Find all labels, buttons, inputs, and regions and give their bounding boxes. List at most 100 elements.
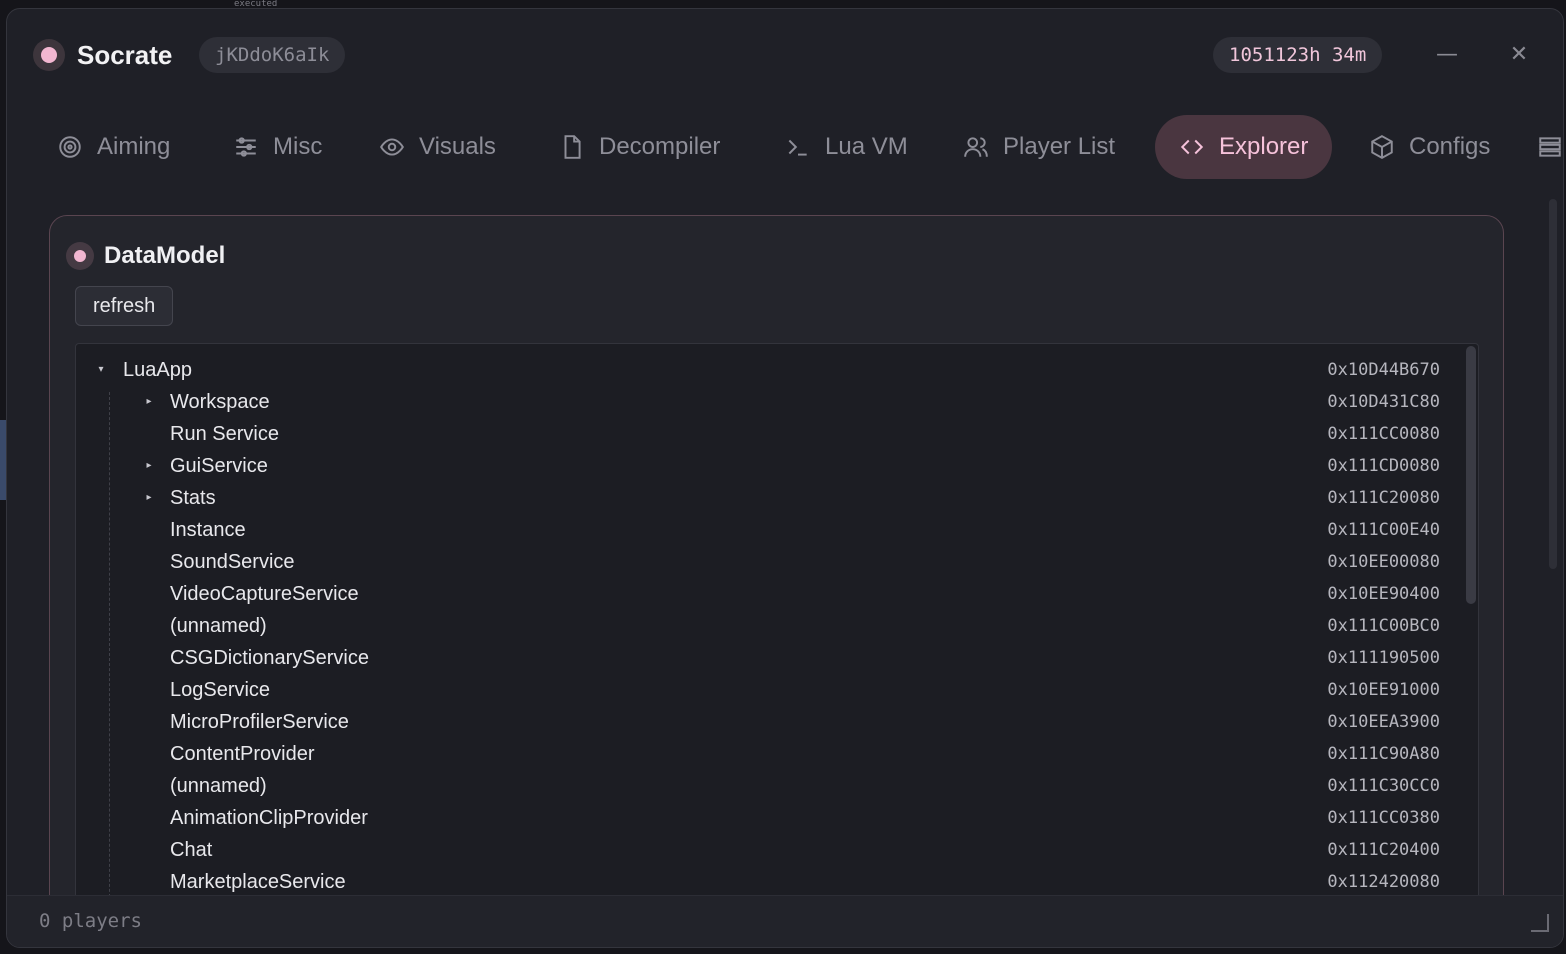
player-count: 0 players — [39, 910, 142, 932]
tree-item-address: 0x111C30CC0 — [1327, 776, 1440, 796]
tree-row[interactable]: Instance 0x111C00E40 — [76, 514, 1466, 546]
tree-item-address: 0x111C20080 — [1327, 488, 1440, 508]
tab-label: Player List — [1003, 133, 1116, 160]
tree-item-name: Chat — [170, 839, 213, 861]
datamodel-panel: DataModel refresh ▾ LuaApp 0x10D44B670 ▸ Wor… — [49, 215, 1504, 947]
tab-explorer[interactable]: Explorer — [1155, 115, 1333, 179]
tree-row[interactable]: ▸ Stats 0x111C20080 — [76, 482, 1466, 514]
panel-status-icon — [66, 242, 94, 270]
status-bar: 0 players — [7, 895, 1563, 947]
panel-title: DataModel — [104, 242, 226, 269]
caret-down-icon[interactable]: ▾ — [94, 354, 108, 386]
tab-visuals[interactable]: Visuals — [355, 115, 520, 179]
tab-label: Visuals — [419, 133, 496, 160]
tree-item-address: 0x10EE00080 — [1327, 552, 1440, 572]
tree-item-name: VideoCaptureService — [170, 583, 359, 605]
tree-row[interactable]: SoundService 0x10EE00080 — [76, 546, 1466, 578]
tree-item-name: ContentProvider — [170, 743, 315, 765]
tree-row[interactable]: ContentProvider 0x111C90A80 — [76, 738, 1466, 770]
tab-decompiler[interactable]: Decompiler — [535, 115, 744, 179]
caret-right-icon[interactable]: ▸ — [142, 386, 156, 418]
tab-overflow[interactable] — [1529, 115, 1563, 179]
code-icon — [1180, 139, 1204, 155]
tree-item-name: LuaApp — [123, 359, 192, 381]
tree-row[interactable]: MicroProfilerService 0x10EEA3900 — [76, 706, 1466, 738]
tree-item-name: LogService — [170, 679, 271, 701]
tree-item-address: 0x10EE91000 — [1327, 680, 1440, 700]
refresh-button[interactable]: refresh — [75, 286, 174, 326]
tree-item-name: Stats — [170, 487, 216, 509]
tree-item-address: 0x10EE90400 — [1327, 584, 1440, 604]
explorer-tree: ▾ LuaApp 0x10D44B670 ▸ Workspace 0x10D431C80 R… — [75, 343, 1479, 903]
app-status-icon — [33, 39, 65, 71]
users-icon — [964, 137, 988, 157]
tree-item-address: 0x111C90A80 — [1327, 744, 1440, 764]
tree-item-address: 0x111C00E40 — [1327, 520, 1440, 540]
tree-item-name: (unnamed) — [170, 615, 267, 637]
tree-item-name: SoundService — [170, 551, 295, 573]
resize-grip-icon[interactable] — [1531, 914, 1549, 932]
tree-row[interactable]: LogService 0x10EE91000 — [76, 674, 1466, 706]
sliders-icon — [236, 137, 256, 157]
tree-row[interactable]: Chat 0x111C20400 — [76, 834, 1466, 866]
tree-item-address: 0x111CD0080 — [1327, 456, 1440, 476]
app-title: Socrate — [77, 40, 173, 70]
uptime-badge: 1051123h 34m — [1213, 37, 1383, 73]
tree-row[interactable]: VideoCaptureService 0x10EE90400 — [76, 578, 1466, 610]
tree-row[interactable]: (unnamed) 0x111C00BC0 — [76, 610, 1466, 642]
tab-label: Decompiler — [599, 133, 721, 160]
tab-label: Explorer — [1219, 133, 1309, 160]
terminal-icon — [788, 139, 807, 156]
tree-item-name: MarketplaceService — [170, 871, 346, 893]
window-scrollbar[interactable] — [1549, 199, 1557, 569]
tree-item-name: (unnamed) — [170, 775, 267, 797]
tree-item-name: CSGDictionaryService — [170, 647, 369, 669]
caret-right-icon[interactable]: ▸ — [142, 482, 156, 514]
tab-label: Configs — [1409, 133, 1491, 160]
tree-item-name: AnimationClipProvider — [170, 807, 368, 829]
tree-row[interactable]: CSGDictionaryService 0x111190500 — [76, 642, 1466, 674]
box-icon — [1371, 135, 1393, 159]
tree-item-address: 0x10EEA3900 — [1327, 712, 1440, 732]
app-window: Socrate jKDdoK6aIk 1051123h 34m — ✕ Aimi… — [6, 8, 1564, 948]
tree-item-name: MicroProfilerService — [170, 711, 349, 733]
eye-icon — [380, 138, 404, 156]
tree-row[interactable]: (unnamed) 0x111C30CC0 — [76, 770, 1466, 802]
minimize-button[interactable]: — — [1431, 39, 1463, 71]
tab-label: Misc — [273, 133, 323, 160]
tree-item-address: 0x10D431C80 — [1327, 392, 1440, 412]
tree-scrollbar[interactable] — [1466, 346, 1476, 604]
tab-player-list[interactable]: Player List — [939, 115, 1139, 179]
tree-row[interactable]: ▸ GuiService 0x111CD0080 — [76, 450, 1466, 482]
tab-label: Lua VM — [825, 133, 908, 160]
tree-row[interactable]: MarketplaceService 0x112420080 — [76, 866, 1466, 898]
tree-item-address: 0x111CC0380 — [1327, 808, 1440, 828]
tab-lua-vm[interactable]: Lua VM — [761, 115, 932, 179]
tree-item-address: 0x112420080 — [1327, 872, 1440, 892]
tab-label: Aiming — [97, 133, 171, 160]
tree-row[interactable]: AnimationClipProvider 0x111CC0380 — [76, 802, 1466, 834]
title-bar[interactable]: Socrate jKDdoK6aIk 1051123h 34m — ✕ — [7, 9, 1563, 101]
session-id-badge: jKDdoK6aIk — [199, 37, 346, 73]
tree-row[interactable]: ▾ LuaApp 0x10D44B670 — [76, 354, 1466, 386]
tree-item-address: 0x111190500 — [1327, 648, 1440, 668]
caret-right-icon[interactable]: ▸ — [142, 450, 156, 482]
tree-item-address: 0x111C00BC0 — [1327, 616, 1440, 636]
tab-misc[interactable]: Misc — [209, 115, 346, 179]
tree-item-name: Workspace — [170, 391, 270, 413]
tree-item-name: GuiService — [170, 455, 268, 477]
tree-item-name: Instance — [170, 519, 246, 541]
tab-configs[interactable]: Configs — [1345, 115, 1514, 179]
tree-row[interactable]: Run Service 0x111CC0080 — [76, 418, 1466, 450]
tree-item-name: Run Service — [170, 423, 279, 445]
tab-bar: Aiming Misc Visuals Decompiler Lua VM Pl… — [33, 115, 1563, 179]
list-icon — [1539, 137, 1561, 157]
close-button[interactable]: ✕ — [1503, 39, 1535, 71]
crosshair-icon — [59, 136, 81, 158]
tree-item-address: 0x10D44B670 — [1327, 360, 1440, 380]
file-icon — [564, 135, 581, 159]
tree-row[interactable]: ▸ Workspace 0x10D431C80 — [76, 386, 1466, 418]
tab-aiming[interactable]: Aiming — [33, 115, 194, 179]
tree-item-address: 0x111CC0080 — [1327, 424, 1440, 444]
tree-item-address: 0x111C20400 — [1327, 840, 1440, 860]
